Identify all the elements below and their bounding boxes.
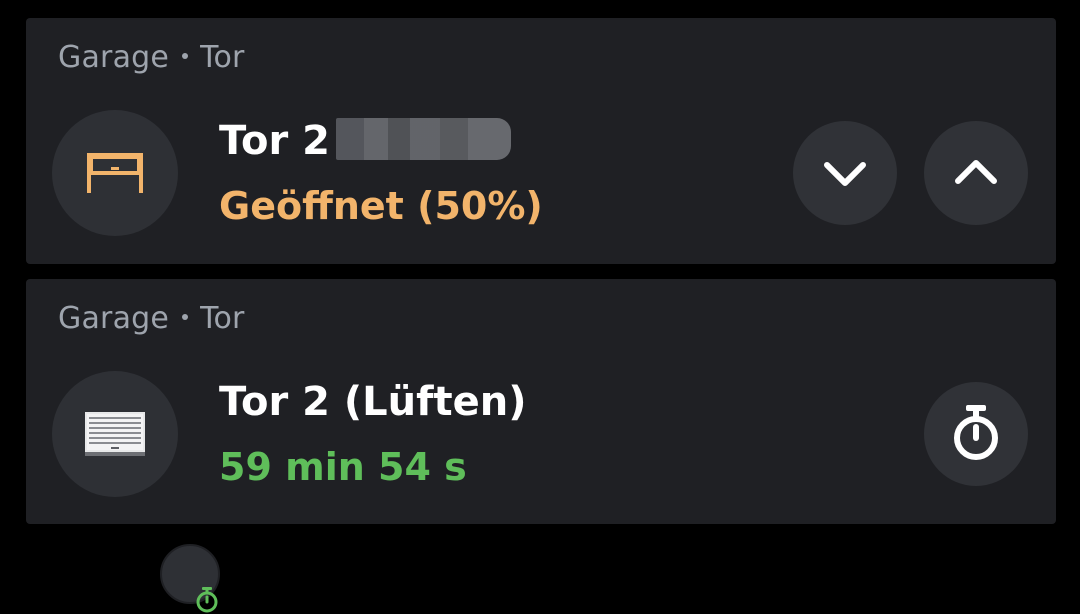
device-title: Tor 2 [219, 118, 511, 164]
timer-button[interactable] [924, 382, 1028, 486]
device-card-tor-2[interactable]: Garage Tor Tor 2 Geöffnet (50%) [26, 18, 1056, 264]
device-status: Geöffnet (50%) [219, 184, 543, 228]
breadcrumb: Garage Tor [58, 40, 245, 75]
separator-dot [182, 52, 189, 59]
timer-badge [160, 544, 220, 613]
breadcrumb-room: Garage [58, 40, 170, 75]
separator-dot [182, 313, 189, 320]
garage-door-open-icon [87, 153, 143, 193]
garage-door-closed-icon [85, 412, 145, 456]
device-icon-container [52, 110, 178, 236]
timer-icon [954, 405, 998, 460]
breadcrumb: Garage Tor [58, 301, 245, 336]
timer-countdown: 59 min 54 s [219, 445, 467, 489]
redacted-text [335, 118, 511, 160]
breadcrumb-type: Tor [200, 301, 245, 336]
device-title: Tor 2 (Lüften) [219, 379, 527, 425]
breadcrumb-type: Tor [200, 40, 245, 75]
timer-icon [196, 587, 218, 613]
open-door-button[interactable] [924, 121, 1028, 225]
chevron-down-icon [824, 162, 866, 186]
chevron-up-icon [955, 160, 997, 184]
device-icon-container [52, 371, 220, 613]
breadcrumb-room: Garage [58, 301, 170, 336]
device-card-tor-2-lueften[interactable]: Garage Tor Tor 2 (Lüften) 59 min 54 s [26, 279, 1056, 613]
device-title-text: Tor 2 [219, 118, 330, 164]
close-door-button[interactable] [793, 121, 897, 225]
